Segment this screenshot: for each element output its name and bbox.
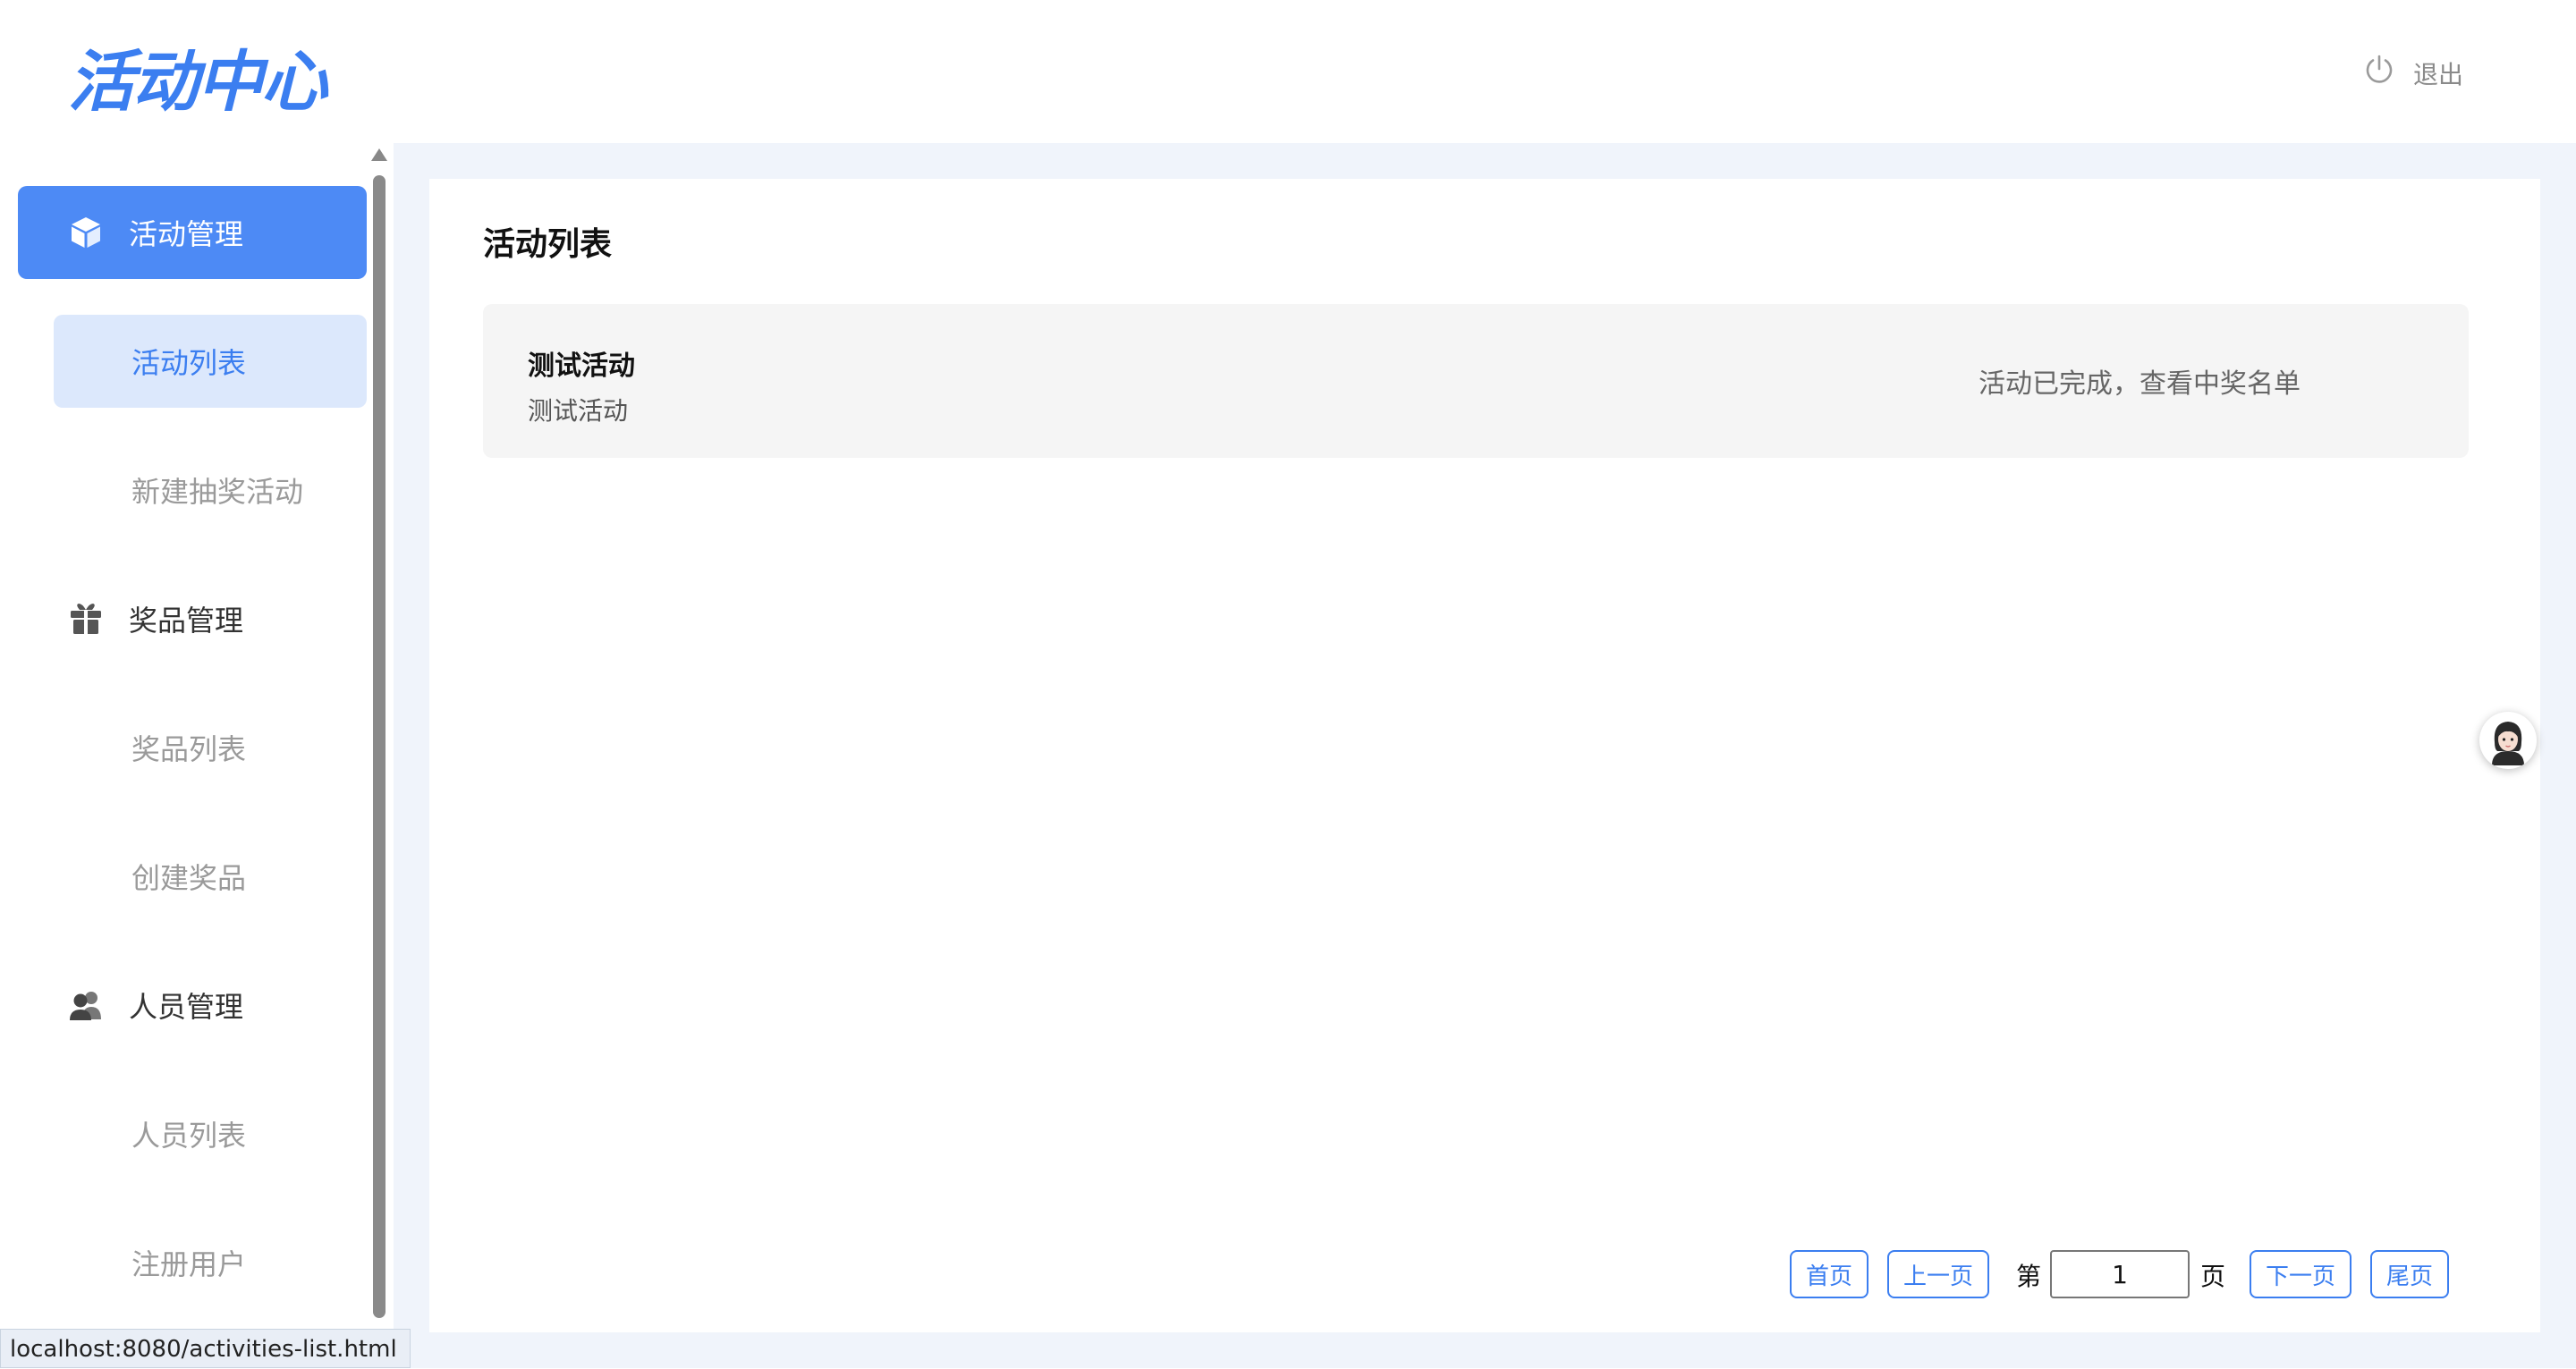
app-logo: 活动中心 — [68, 44, 327, 121]
logout-button[interactable]: 退出 — [2361, 52, 2463, 94]
sidebar-item-label: 奖品列表 — [131, 732, 247, 766]
page-title: 活动列表 — [483, 226, 613, 263]
page-number-input[interactable] — [2050, 1250, 2190, 1298]
cube-icon — [66, 213, 106, 252]
sidebar-group-prize-management[interactable]: 奖品管理 — [18, 572, 367, 665]
sidebar-group-label: 活动管理 — [129, 217, 244, 251]
power-icon — [2361, 52, 2397, 94]
next-page-button[interactable]: 下一页 — [2250, 1250, 2351, 1298]
page-suffix: 页 — [2200, 1262, 2226, 1291]
sidebar-item-label: 新建抽奖活动 — [131, 475, 304, 509]
page-prefix: 第 — [2016, 1262, 2042, 1291]
assistant-avatar-button[interactable] — [2479, 712, 2537, 769]
gift-icon — [66, 599, 106, 638]
activity-name: 测试活动 — [528, 351, 635, 382]
status-bar-url: localhost:8080/activities-list.html — [0, 1329, 411, 1368]
prev-page-button[interactable]: 上一页 — [1887, 1250, 1989, 1298]
avatar-icon — [2481, 714, 2535, 767]
sidebar-item-label: 注册用户 — [131, 1247, 247, 1281]
sidebar-group-activity-management[interactable]: 活动管理 — [18, 186, 367, 279]
first-page-button[interactable]: 首页 — [1790, 1250, 1868, 1298]
last-page-button[interactable]: 尾页 — [2370, 1250, 2449, 1298]
sidebar-group-people-management[interactable]: 人员管理 — [18, 959, 367, 1052]
activity-card[interactable]: 测试活动 测试活动 活动已完成，查看中奖名单 — [483, 304, 2469, 458]
sidebar-item-register-user[interactable]: 注册用户 — [54, 1216, 367, 1309]
sidebar-item-label: 创建奖品 — [131, 861, 247, 895]
view-winners-link[interactable]: 活动已完成，查看中奖名单 — [1979, 361, 2301, 401]
scroll-up-arrow-icon[interactable] — [371, 148, 387, 161]
users-icon — [66, 985, 106, 1025]
sidebar: 活动管理 活动列表 新建抽奖活动 奖品管理 奖品列表 创建奖品 人员管理 人员列… — [0, 143, 394, 1368]
sidebar-item-create-prize[interactable]: 创建奖品 — [54, 830, 367, 923]
sidebar-group-label: 奖品管理 — [129, 604, 244, 638]
sidebar-item-activity-list[interactable]: 活动列表 — [54, 315, 367, 408]
sidebar-item-new-lottery-activity[interactable]: 新建抽奖活动 — [54, 444, 367, 537]
sidebar-item-people-list[interactable]: 人员列表 — [54, 1087, 367, 1180]
sidebar-scrollbar-thumb[interactable] — [373, 175, 386, 1318]
sidebar-item-prize-list[interactable]: 奖品列表 — [54, 701, 367, 794]
activity-description: 测试活动 — [528, 396, 629, 426]
logout-label: 退出 — [2412, 59, 2463, 89]
sidebar-item-label: 人员列表 — [131, 1119, 247, 1153]
header: 活动中心 退出 — [0, 0, 2576, 143]
sidebar-item-label: 活动列表 — [131, 346, 247, 380]
sidebar-group-label: 人员管理 — [129, 990, 244, 1024]
